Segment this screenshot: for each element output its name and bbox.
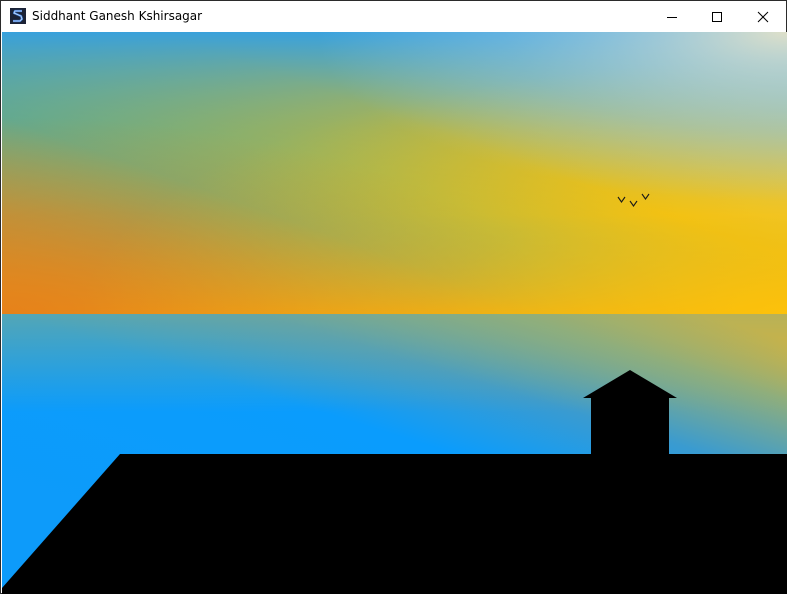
dock-silhouette	[2, 454, 787, 594]
sky	[2, 32, 787, 314]
window-title: Siddhant Ganesh Kshirsagar	[32, 9, 203, 23]
close-button[interactable]	[740, 1, 786, 32]
minimize-icon	[667, 16, 677, 18]
minimize-button[interactable]	[649, 1, 695, 32]
maximize-icon	[712, 11, 722, 22]
scene-canvas	[2, 32, 787, 594]
close-icon	[757, 11, 769, 22]
title-bar[interactable]: Siddhant Ganesh Kshirsagar	[1, 1, 786, 32]
maximize-button[interactable]	[694, 1, 740, 32]
s-logo-icon	[10, 8, 26, 24]
app-window: Siddhant Ganesh Kshirsagar	[0, 0, 787, 594]
